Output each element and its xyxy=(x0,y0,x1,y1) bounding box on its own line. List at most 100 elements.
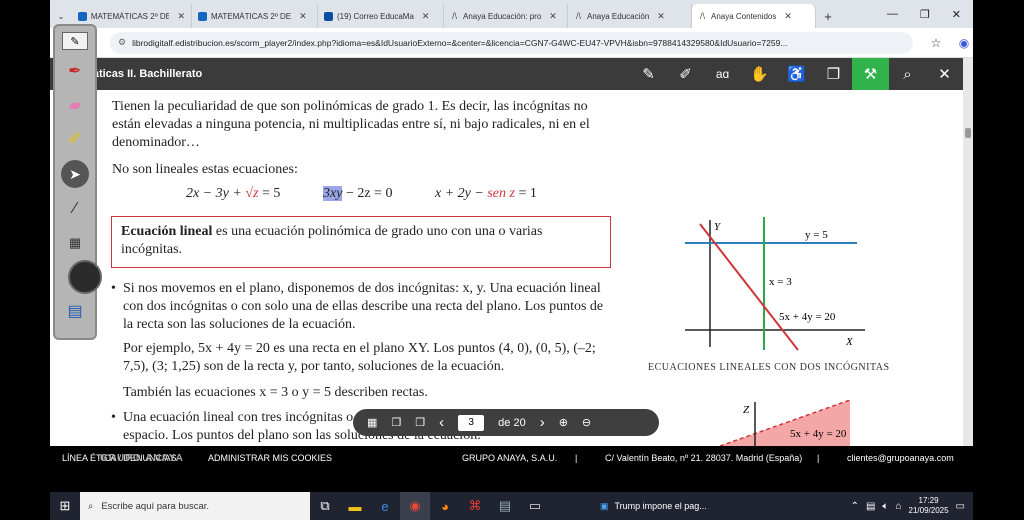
wrench-icon[interactable]: ⚒ xyxy=(852,58,889,90)
eq2-highlight[interactable]: 3xy xyxy=(323,186,343,201)
zoom-out-icon[interactable]: ⊖ xyxy=(582,416,591,429)
first-page-icon[interactable]: ❐ xyxy=(391,416,401,429)
volume-icon[interactable]: 🔈︎ xyxy=(882,501,888,512)
notifications-icon[interactable]: ▭ xyxy=(956,501,965,512)
windows-taskbar: ⊞ ⌕ Escribe aquí para buscar. ⧉ ▬ e ◉ ◕ … xyxy=(50,492,973,520)
close-icon[interactable]: ✕ xyxy=(422,11,430,22)
footer-logo: GRUPO ANAYA xyxy=(100,453,184,464)
next-icon[interactable]: › xyxy=(540,414,545,431)
accessibility-icon[interactable]: ♿ xyxy=(778,58,815,90)
text-size-icon[interactable]: aɑ xyxy=(704,58,741,90)
figure-caption: Ecuaciones lineales con dos incógnitas xyxy=(648,362,890,373)
minimize-icon[interactable]: — xyxy=(887,8,898,20)
x-axis-label: X xyxy=(845,336,854,348)
paragraph-4: También las ecuaciones x = 3 o y = 5 des… xyxy=(123,385,428,400)
tab-correo[interactable]: (19) Correo EducaMa ✕ xyxy=(318,4,444,28)
plane-graph: Z 5x + 4y = 20 xyxy=(719,400,851,446)
prev-icon[interactable]: ‹ xyxy=(439,414,444,431)
monitor-icon[interactable]: ▤ xyxy=(60,298,90,324)
windows-start-icon[interactable]: ⊞ xyxy=(50,492,80,520)
file-explorer-icon[interactable]: ▬ xyxy=(340,492,370,520)
pencil-icon[interactable]: ✎ xyxy=(630,58,667,90)
url-input[interactable]: ⚙ librodigitalf.edistribucion.es/scorm_p… xyxy=(110,31,913,54)
scrollbar-thumb[interactable] xyxy=(965,128,971,138)
eq3-sen: sen z xyxy=(487,186,515,201)
footer-email-link[interactable]: clientes@grupoanaya.com xyxy=(847,453,954,463)
bullet-marker: • xyxy=(111,281,116,296)
book-icon[interactable]: ❐ xyxy=(815,58,852,90)
network-icon[interactable]: ⌂ xyxy=(895,501,901,512)
task-view-icon[interactable]: ⧉ xyxy=(310,492,340,520)
page-number-input[interactable] xyxy=(458,414,485,431)
tab-label: Anaya Educación xyxy=(587,11,650,21)
url-text: librodigitalf.edistribucion.es/scorm_pla… xyxy=(132,37,788,48)
reader-toolbar: Matemáticas II. Bachillerato ✎ ✐ aɑ ✋ ♿ … xyxy=(50,58,963,90)
paragraph-2: No son lineales estas ecuaciones: xyxy=(112,162,298,177)
star-icon[interactable]: ☆ xyxy=(927,36,945,50)
taskbar-search[interactable]: ⌕ Escribe aquí para buscar. xyxy=(80,492,310,520)
news-widget[interactable]: ▣ Trump impone el pag... xyxy=(600,501,707,512)
close-icon[interactable]: ✕ xyxy=(657,11,665,22)
hand-icon[interactable]: ✋ xyxy=(741,58,778,90)
clock[interactable]: 17:29 21/09/2025 xyxy=(909,496,949,516)
plane-label: 5x + 4y = 20 xyxy=(790,428,847,440)
acrobat-icon[interactable]: ⌘ xyxy=(460,492,490,520)
close-window-icon[interactable]: ✕ xyxy=(952,8,961,21)
highlighter-icon[interactable]: ✐ xyxy=(60,126,90,152)
page-total: de 20 xyxy=(498,416,526,429)
site-settings-icon[interactable]: ⚙ xyxy=(118,37,126,48)
tab-label: (19) Correo EducaMa xyxy=(337,11,414,21)
keyboard-icon[interactable]: ▦ xyxy=(60,230,90,256)
label-5x4y20: 5x + 4y = 20 xyxy=(779,311,836,323)
search-icon[interactable]: ⌕ xyxy=(889,58,926,90)
eq3-part-a: x + 2y − xyxy=(435,186,488,201)
close-icon[interactable]: ✕ xyxy=(784,11,792,22)
tray-icon[interactable]: ▤ xyxy=(866,501,875,512)
close-icon[interactable]: ✕ xyxy=(177,11,185,22)
chevron-up-icon[interactable]: ⌃ xyxy=(851,501,859,512)
close-icon[interactable]: ✕ xyxy=(299,11,307,22)
search-icon: ⌕ xyxy=(88,500,94,512)
zoom-in-icon[interactable]: ⊕ xyxy=(559,416,568,429)
search-placeholder: Escribe aquí para buscar. xyxy=(101,500,210,512)
profile-icon[interactable]: ◉ xyxy=(955,36,973,50)
firefox-icon[interactable]: ◕ xyxy=(430,492,460,520)
tab-anaya-contenidos[interactable]: /\ Anaya Contenidos ✕ xyxy=(692,4,816,28)
close-icon[interactable]: ✕ xyxy=(549,11,557,22)
footer-separator: | xyxy=(575,453,578,463)
bullet-1: Si nos movemos en el plano, disponemos d… xyxy=(123,281,604,332)
edge-icon[interactable]: e xyxy=(370,492,400,520)
accessibility-float-icon[interactable] xyxy=(68,260,102,294)
y-axis-label: Y xyxy=(714,221,722,233)
brush-icon[interactable]: ⁄ xyxy=(60,196,90,222)
tab-matematicas-2[interactable]: MATEMÁTICAS 2º DE ✕ xyxy=(192,4,318,28)
eq1-part-b: = 5 xyxy=(258,186,281,201)
app-icon[interactable]: ▤ xyxy=(490,492,520,520)
window-controls: — ❐ ✕ xyxy=(887,0,973,28)
definition-term: Ecuación lineal xyxy=(121,224,213,239)
new-tab-button[interactable]: + xyxy=(816,4,840,28)
footer-cookies-link[interactable]: ADMINISTRAR MIS COOKIES xyxy=(208,453,332,463)
tab-anaya-educacion[interactable]: /\ Anaya Educación ✕ xyxy=(568,4,692,28)
whiteboard-app-icon[interactable]: ▭ xyxy=(520,492,550,520)
marker-icon[interactable]: ✐ xyxy=(667,58,704,90)
restore-icon[interactable]: ❐ xyxy=(920,8,930,21)
reader-tools: ✎ ✐ aɑ ✋ ♿ ❐ ⚒ ⌕ ✕ xyxy=(630,58,963,90)
close-icon[interactable]: ✕ xyxy=(926,58,963,90)
pen-icon[interactable]: ✒ xyxy=(60,58,90,84)
eraser-icon[interactable]: ▰ xyxy=(60,92,90,118)
address-bar: ← ↻ ⚙ librodigitalf.edistribucion.es/sco… xyxy=(50,28,973,58)
cursor-icon[interactable]: ➤ xyxy=(61,160,89,188)
chrome-icon[interactable]: ◉ xyxy=(400,492,430,520)
tab-anaya-pro[interactable]: /\ Anaya Educación: pro ✕ xyxy=(444,4,568,28)
news-icon: ▣ xyxy=(600,500,609,511)
vertical-scrollbar[interactable] xyxy=(963,58,973,446)
anaya-icon: /\ xyxy=(699,10,705,21)
left-black-bar xyxy=(0,0,50,492)
book-page: Tienen la peculiaridad de que son polinó… xyxy=(50,90,963,446)
chevron-down-icon: ⌄ xyxy=(57,11,65,21)
prev-page-icon[interactable]: ❐ xyxy=(415,416,425,429)
grid-icon[interactable]: ▦ xyxy=(367,416,377,429)
paragraph-1: Tienen la peculiaridad de que son polinó… xyxy=(112,99,590,150)
whiteboard-icon[interactable]: ✎ xyxy=(62,32,88,50)
